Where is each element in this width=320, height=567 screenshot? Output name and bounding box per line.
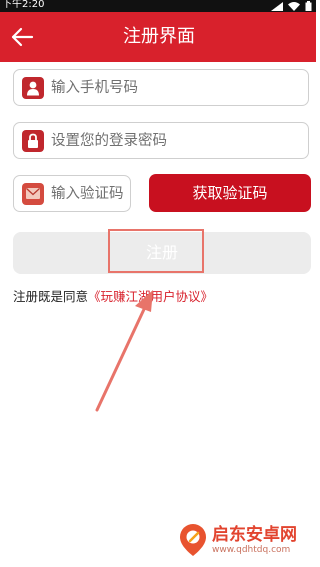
user-icon	[22, 76, 44, 99]
status-icons	[271, 1, 312, 11]
wifi-icon	[288, 1, 300, 11]
get-code-button[interactable]: 获取验证码	[149, 174, 311, 212]
status-bar: 下午2:20	[0, 0, 316, 12]
password-field	[13, 122, 309, 159]
code-field	[13, 175, 131, 212]
arrow-left-icon	[11, 27, 34, 47]
back-button[interactable]	[6, 20, 38, 54]
page-title: 注册界面	[123, 26, 195, 47]
watermark-url: www.qdhtdq.com	[212, 545, 291, 555]
battery-icon	[305, 1, 312, 11]
agreement-text: 注册既是同意《玩赚江湖用户协议》	[13, 286, 213, 305]
agreement-link[interactable]: 《玩赚江湖用户协议》	[88, 289, 213, 304]
agreement-prefix: 注册既是同意	[13, 289, 89, 304]
signal-icon	[271, 1, 283, 11]
password-input[interactable]	[51, 125, 308, 156]
code-input[interactable]	[51, 178, 130, 209]
annotation-highlight-box	[108, 229, 204, 273]
app-bar: 注册界面	[0, 12, 316, 62]
watermark-text: 启东安卓网	[212, 525, 297, 545]
phone-field	[13, 69, 309, 106]
watermark: 启东安卓网 www.qdhtdq.com	[178, 524, 297, 558]
watermark-logo-icon	[180, 524, 206, 556]
phone-input[interactable]	[51, 72, 308, 103]
status-time: 下午2:20	[2, 0, 45, 10]
lock-icon	[22, 129, 44, 152]
message-icon	[22, 182, 44, 205]
